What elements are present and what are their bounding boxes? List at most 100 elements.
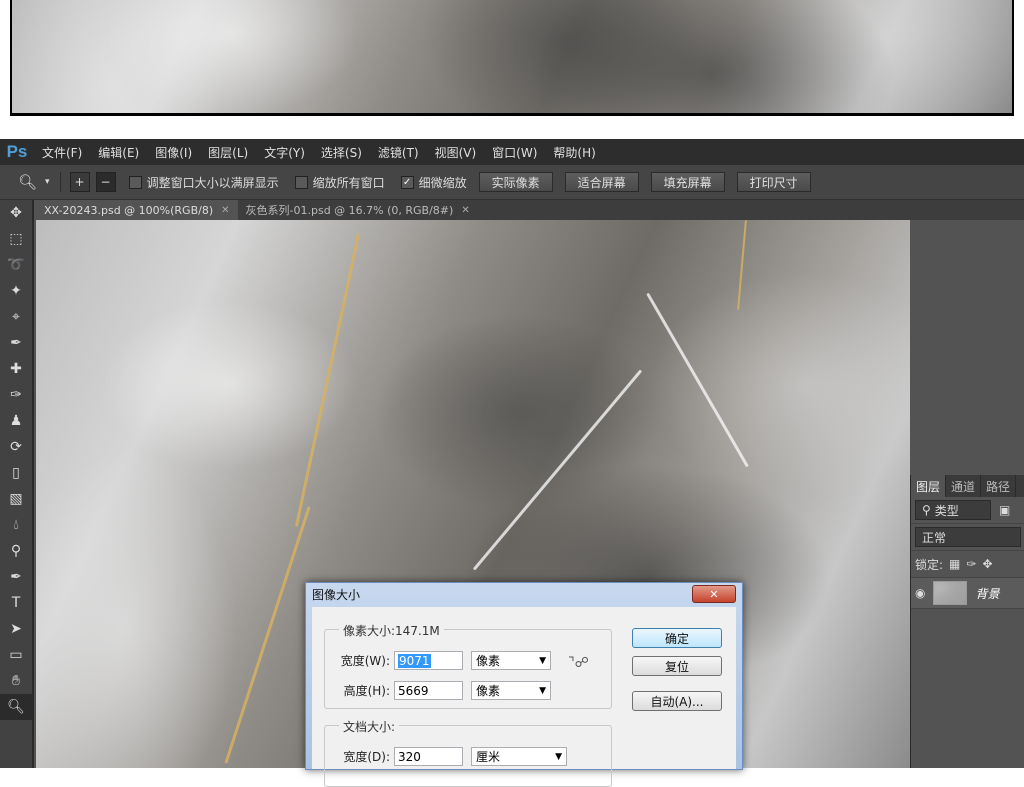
image-size-dialog: 图像大小 ✕ 像素大小:147.1M 宽度(W): 9071 像素 ▼ 高度(H)… <box>305 582 743 787</box>
doc-width-input[interactable]: 320 <box>394 747 463 766</box>
marble-preview <box>12 0 1012 113</box>
quick-select-tool-icon[interactable]: ✦ <box>0 278 32 304</box>
eye-icon[interactable]: ◉ <box>915 586 925 600</box>
zoom-tool-icon[interactable]: 🔍︎ <box>18 173 37 191</box>
move-tool-icon[interactable]: ✥ <box>0 200 32 226</box>
type-tool-icon[interactable]: T <box>0 590 32 616</box>
constrain-link-icon[interactable]: ⌝☍ <box>568 655 589 671</box>
menu-type[interactable]: 文字(Y) <box>256 144 313 161</box>
height-row: 高度(H): 5669 像素 ▼ <box>328 681 551 700</box>
eyedropper-tool-icon[interactable]: ✒ <box>0 330 32 356</box>
options-bar: 🔍︎ ▾ + − 调整窗口大小以满屏显示 缩放所有窗口 ✓ 细微缩放 实际像素 … <box>0 165 1024 200</box>
zoom-all-windows-checkbox[interactable]: 缩放所有窗口 <box>294 174 385 191</box>
width-input[interactable]: 9071 <box>394 651 463 670</box>
history-brush-icon[interactable]: ⟳ <box>0 434 32 460</box>
menu-select[interactable]: 选择(S) <box>313 144 370 161</box>
resize-windows-checkbox[interactable]: 调整窗口大小以满屏显示 <box>128 174 279 191</box>
document-size-label: 文档大小: <box>339 718 400 735</box>
layer-name: 背景 <box>975 586 1000 601</box>
menu-file[interactable]: 文件(F) <box>34 144 90 161</box>
width-unit: 像素 <box>476 654 501 668</box>
menu-help[interactable]: 帮助(H) <box>545 144 603 161</box>
auto-button[interactable]: 自动(A)... <box>632 691 722 711</box>
doc-width-row: 宽度(D): 320 厘米 ▼ <box>328 747 567 766</box>
dodge-tool-icon[interactable]: ⚲ <box>0 538 32 564</box>
image-filter-icon[interactable]: ▣ <box>999 503 1010 517</box>
blend-mode-select[interactable]: 正常 <box>915 527 1021 547</box>
blur-tool-icon[interactable]: 💧︎ <box>0 512 32 538</box>
eraser-tool-icon[interactable]: ▯ <box>0 460 32 486</box>
height-value: 5669 <box>398 683 429 698</box>
path-select-icon[interactable]: ➤ <box>0 616 32 642</box>
layer-thumbnail <box>933 581 968 605</box>
gradient-tool-icon[interactable]: ▧ <box>0 486 32 512</box>
tab-layers[interactable]: 图层 <box>911 475 947 497</box>
crop-tool-icon[interactable]: ⌖ <box>0 304 32 330</box>
print-size-button[interactable]: 打印尺寸 <box>736 172 811 192</box>
clone-stamp-icon[interactable]: ♟ <box>0 408 32 434</box>
tab-document-2[interactable]: 灰色系列-01.psd @ 16.7% (0, RGB/8#) ✕ <box>238 200 478 220</box>
menu-view[interactable]: 视图(V) <box>427 144 485 161</box>
chevron-down-icon[interactable]: ▾ <box>45 177 50 187</box>
menu-image[interactable]: 图像(I) <box>147 144 200 161</box>
tab-channels[interactable]: 通道 <box>946 475 982 497</box>
ps-logo: Ps <box>6 142 28 161</box>
checkbox-box <box>294 175 308 189</box>
hand-tool-icon[interactable]: ✋︎ <box>0 668 32 694</box>
reset-button[interactable]: 复位 <box>632 656 722 676</box>
height-unit-select[interactable]: 像素 ▼ <box>471 681 551 700</box>
chevron-down-icon: ▼ <box>539 655 546 666</box>
layer-filter-select[interactable]: ⚲ 类型 <box>915 500 991 520</box>
shape-tool-icon[interactable]: ▭ <box>0 642 32 668</box>
menu-layer[interactable]: 图层(L) <box>200 144 256 161</box>
divider <box>59 172 61 192</box>
tools-panel: ✥ ⬚ ➰ ✦ ⌖ ✒ ✚ ✑ ♟ ⟳ ▯ ▧ 💧︎ ⚲ ✒ T ➤ ▭ ✋︎ … <box>0 200 34 768</box>
layer-filter-value: 类型 <box>934 503 959 518</box>
pixel-dimensions-label: 像素大小:147.1M <box>339 622 444 639</box>
tab-label: 灰色系列-01.psd @ 16.7% (0, RGB/8#) <box>245 204 454 217</box>
fit-screen-button[interactable]: 适合屏幕 <box>564 172 639 192</box>
tab-label: XX-20243.psd @ 100%(RGB/8) <box>44 203 214 217</box>
healing-brush-icon[interactable]: ✚ <box>0 356 32 382</box>
width-label: 宽度(W): <box>340 654 390 668</box>
close-icon[interactable]: ✕ <box>461 205 469 216</box>
panel-tabs: 图层 通道 路径 <box>911 475 1024 497</box>
width-unit-select[interactable]: 像素 ▼ <box>471 651 551 670</box>
chevron-down-icon: ▼ <box>539 685 546 696</box>
layer-row-background[interactable]: ◉ 背景 <box>911 578 1024 609</box>
doc-width-unit: 厘米 <box>476 750 501 764</box>
lasso-tool-icon[interactable]: ➰ <box>0 252 32 278</box>
resize-windows-label: 调整窗口大小以满屏显示 <box>146 175 279 190</box>
search-icon: ⚲ <box>922 503 931 517</box>
pen-tool-icon[interactable]: ✒ <box>0 564 32 590</box>
marquee-tool-icon[interactable]: ⬚ <box>0 226 32 252</box>
height-input[interactable]: 5669 <box>394 681 463 700</box>
menu-filter[interactable]: 滤镜(T) <box>370 144 427 161</box>
close-icon[interactable]: ✕ <box>221 205 229 216</box>
tab-document-1[interactable]: XX-20243.psd @ 100%(RGB/8) ✕ <box>36 200 238 220</box>
menu-edit[interactable]: 编辑(E) <box>90 144 147 161</box>
height-label: 高度(H): <box>343 684 390 698</box>
doc-width-unit-select[interactable]: 厘米 ▼ <box>471 747 567 766</box>
menu-bar: Ps 文件(F) 编辑(E) 图像(I) 图层(L) 文字(Y) 选择(S) 滤… <box>0 139 1024 165</box>
tab-paths[interactable]: 路径 <box>981 475 1017 497</box>
scrubby-zoom-checkbox[interactable]: ✓ 细微缩放 <box>400 174 467 191</box>
lock-transparency-icon[interactable]: ▦ <box>949 557 960 571</box>
width-value: 9071 <box>398 653 431 668</box>
lock-move-icon[interactable]: ✥ <box>982 557 992 571</box>
actual-pixels-button[interactable]: 实际像素 <box>478 172 553 192</box>
menu-window[interactable]: 窗口(W) <box>484 144 545 161</box>
ok-button[interactable]: 确定 <box>632 628 722 648</box>
blend-mode-value: 正常 <box>922 530 947 545</box>
zoom-in-icon[interactable]: + <box>69 172 90 192</box>
zoom-tool-icon[interactable]: 🔍︎ <box>0 694 32 720</box>
zoom-all-label: 缩放所有窗口 <box>312 175 385 190</box>
layers-panel: 图层 通道 路径 ⚲ 类型 ▣ 正常 锁定: ▦ ✑ ✥ ◉ 背景 <box>910 475 1024 768</box>
lock-brush-icon[interactable]: ✑ <box>966 557 976 571</box>
brush-tool-icon[interactable]: ✑ <box>0 382 32 408</box>
close-button[interactable]: ✕ <box>692 585 736 603</box>
chevron-down-icon: ▼ <box>555 751 562 762</box>
dialog-body: 像素大小:147.1M 宽度(W): 9071 像素 ▼ 高度(H): 5669 … <box>312 607 736 787</box>
fill-screen-button[interactable]: 填充屏幕 <box>650 172 725 192</box>
zoom-out-icon[interactable]: − <box>95 172 116 192</box>
